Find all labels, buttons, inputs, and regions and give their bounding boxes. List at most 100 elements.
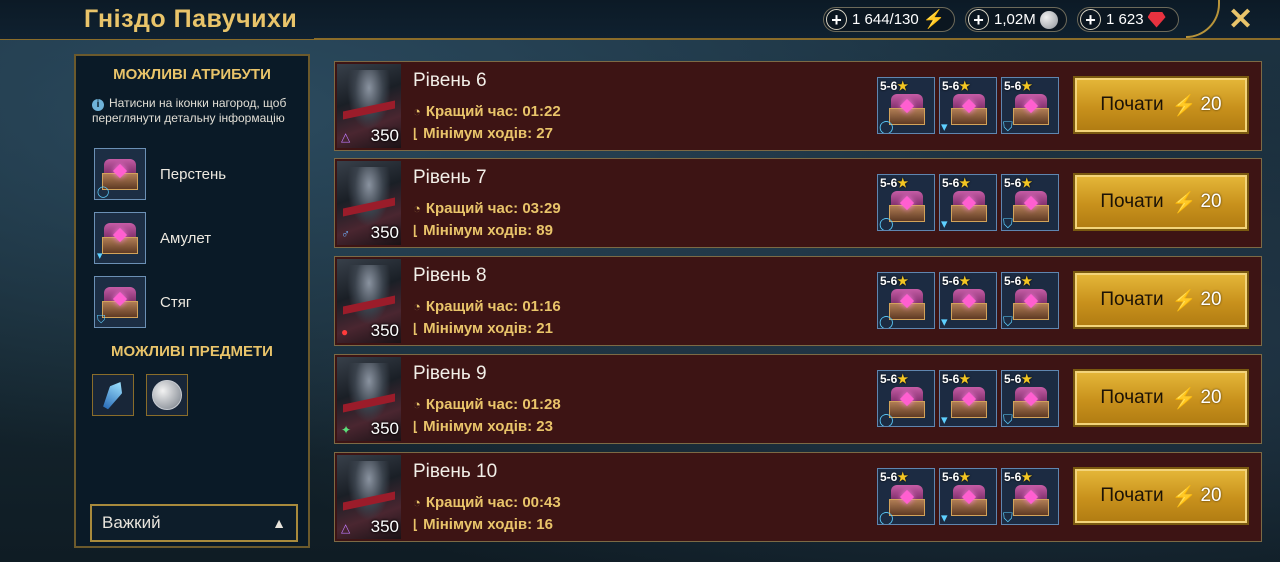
boss-portrait: ✦ 350 bbox=[337, 357, 401, 441]
reward-stars: 5-6★ bbox=[880, 470, 909, 484]
ring-icon: ◯ bbox=[879, 510, 894, 525]
reward-chest[interactable]: 5-6★ ⛉ bbox=[1001, 77, 1059, 134]
energy-icon: ⚡ bbox=[1171, 191, 1197, 214]
level-row[interactable]: △ 350 Рівень 10 ◔ Кращий час: 00:43 ⌊ Мі… bbox=[334, 452, 1262, 542]
reward-stars: 5-6★ bbox=[942, 274, 971, 288]
start-button[interactable]: Почати ⚡ 20 bbox=[1073, 467, 1249, 525]
energy-icon: ⚡ bbox=[1171, 485, 1197, 508]
steps-icon: ⌊ bbox=[413, 516, 419, 532]
gem-icon bbox=[1147, 11, 1166, 28]
attribute-amulet[interactable]: ▾ Амулет bbox=[94, 212, 294, 264]
difficulty-value: Важкий bbox=[102, 513, 161, 532]
best-time-text: Кращий час: 01:22 bbox=[425, 103, 561, 120]
reward-chest[interactable]: 5-6★ ◯ bbox=[877, 77, 935, 134]
best-time-text: Кращий час: 03:29 bbox=[425, 200, 561, 217]
level-row[interactable]: ✦ 350 Рівень 9 ◔ Кращий час: 01:28 ⌊ Мін… bbox=[334, 354, 1262, 444]
start-cost: 20 bbox=[1200, 94, 1222, 115]
silver-counter: + 1,02M bbox=[965, 7, 1067, 32]
power-value: 350 bbox=[370, 223, 399, 242]
close-icon[interactable]: ✕ bbox=[1228, 2, 1253, 37]
banner-icon: ⛉ bbox=[1003, 216, 1013, 231]
reward-chest[interactable]: 5-6★ ◯ bbox=[877, 468, 935, 525]
level-row[interactable]: ● 350 Рівень 8 ◔ Кращий час: 01:16 ⌊ Мін… bbox=[334, 256, 1262, 346]
amulet-icon: ▾ bbox=[941, 510, 948, 525]
start-button[interactable]: Почати ⚡ 20 bbox=[1073, 369, 1249, 427]
ring-icon: ◯ bbox=[879, 412, 894, 427]
gems-counter: + 1 623 bbox=[1077, 7, 1179, 32]
banner-icon: ⛉ bbox=[1003, 314, 1013, 329]
start-button[interactable]: Почати ⚡ 20 bbox=[1073, 76, 1249, 134]
min-moves-text: Мінімум ходів: 89 bbox=[423, 222, 553, 239]
reward-chest[interactable]: 5-6★ ◯ bbox=[877, 370, 935, 427]
amulet-icon: ▾ bbox=[941, 119, 948, 134]
start-cost: 20 bbox=[1200, 485, 1222, 506]
level-title: Рівень 7 bbox=[413, 167, 487, 188]
attribute-ring[interactable]: ◯ Перстень bbox=[94, 148, 294, 200]
start-label: Почати bbox=[1100, 191, 1164, 212]
banner-icon: ⛉ bbox=[97, 314, 106, 326]
energy-icon: ⚡ bbox=[1171, 289, 1197, 312]
divider bbox=[314, 38, 1280, 39]
reward-stars: 5-6★ bbox=[880, 176, 909, 190]
min-moves: ⌊ Мінімум ходів: 27 bbox=[413, 125, 553, 142]
level-row[interactable]: ♂ 350 Рівень 7 ◔ Кращий час: 03:29 ⌊ Мін… bbox=[334, 158, 1262, 248]
affinity-icon: △ bbox=[341, 130, 351, 144]
reward-chest[interactable]: 5-6★ ▾ bbox=[939, 468, 997, 525]
reward-chest[interactable]: 5-6★ ▾ bbox=[939, 370, 997, 427]
start-label: Почати bbox=[1100, 289, 1164, 310]
power-value: 350 bbox=[370, 517, 399, 536]
silver-coin-icon[interactable] bbox=[146, 374, 188, 416]
reward-stars: 5-6★ bbox=[1004, 274, 1033, 288]
amulet-icon: ▾ bbox=[941, 412, 948, 427]
level-title: Рівень 6 bbox=[413, 70, 487, 91]
difficulty-select[interactable]: Важкий ▲ bbox=[90, 504, 298, 542]
boss-portrait: △ 350 bbox=[337, 455, 401, 539]
reward-chest[interactable]: 5-6★ ⛉ bbox=[1001, 370, 1059, 427]
side-panel: МОЖЛИВІ АТРИБУТИ i Натисни на іконки наго… bbox=[74, 54, 310, 548]
clock-icon: ◔ bbox=[413, 201, 421, 216]
energy-icon: ⚡ bbox=[1171, 94, 1197, 117]
level-row[interactable]: △ 350 Рівень 6 ◔ Кращий час: 01:22 ⌊ Мін… bbox=[334, 61, 1262, 151]
shard-icon[interactable] bbox=[92, 374, 134, 416]
start-button[interactable]: Почати ⚡ 20 bbox=[1073, 271, 1249, 329]
rewards: 5-6★ ◯ 5-6★ ▾ 5-6★ ⛉ bbox=[877, 468, 1059, 525]
best-time-text: Кращий час: 01:28 bbox=[425, 396, 561, 413]
reward-chest[interactable]: 5-6★ ◯ bbox=[877, 272, 935, 329]
add-energy-button[interactable]: + bbox=[826, 9, 847, 30]
energy-value: 1 644/130 bbox=[852, 11, 919, 28]
min-moves: ⌊ Мінімум ходів: 21 bbox=[413, 320, 553, 337]
reward-chest[interactable]: 5-6★ ⛉ bbox=[1001, 468, 1059, 525]
chest-icon[interactable]: ◯ bbox=[94, 148, 146, 200]
reward-chest[interactable]: 5-6★ ▾ bbox=[939, 77, 997, 134]
rewards: 5-6★ ◯ 5-6★ ▾ 5-6★ ⛉ bbox=[877, 77, 1059, 134]
reward-chest[interactable]: 5-6★ ⛉ bbox=[1001, 272, 1059, 329]
start-label: Почати bbox=[1100, 485, 1164, 506]
min-moves: ⌊ Мінімум ходів: 89 bbox=[413, 222, 553, 239]
attribute-banner[interactable]: ⛉ Стяг bbox=[94, 276, 294, 328]
add-silver-button[interactable]: + bbox=[968, 9, 989, 30]
ring-icon: ◯ bbox=[879, 216, 894, 231]
silver-value: 1,02M bbox=[994, 11, 1036, 28]
reward-stars: 5-6★ bbox=[880, 79, 909, 93]
reward-stars: 5-6★ bbox=[1004, 372, 1033, 386]
info-icon: i bbox=[92, 99, 104, 111]
amulet-icon: ▾ bbox=[97, 250, 103, 262]
silver-icon bbox=[1039, 10, 1058, 29]
min-moves-text: Мінімум ходів: 21 bbox=[423, 320, 553, 337]
steps-icon: ⌊ bbox=[413, 418, 419, 434]
reward-stars: 5-6★ bbox=[880, 274, 909, 288]
add-gems-button[interactable]: + bbox=[1080, 9, 1101, 30]
min-moves-text: Мінімум ходів: 27 bbox=[423, 125, 553, 142]
affinity-icon: ● bbox=[341, 325, 349, 339]
chest-icon[interactable]: ▾ bbox=[94, 212, 146, 264]
steps-icon: ⌊ bbox=[413, 222, 419, 238]
reward-chest[interactable]: 5-6★ ▾ bbox=[939, 272, 997, 329]
items-heading: МОЖЛИВІ ПРЕДМЕТИ bbox=[111, 343, 273, 360]
chest-icon[interactable]: ⛉ bbox=[94, 276, 146, 328]
reward-chest[interactable]: 5-6★ ◯ bbox=[877, 174, 935, 231]
reward-chest[interactable]: 5-6★ ⛉ bbox=[1001, 174, 1059, 231]
start-button[interactable]: Почати ⚡ 20 bbox=[1073, 173, 1249, 231]
reward-chest[interactable]: 5-6★ ▾ bbox=[939, 174, 997, 231]
reward-stars: 5-6★ bbox=[942, 372, 971, 386]
level-title: Рівень 10 bbox=[413, 461, 498, 482]
